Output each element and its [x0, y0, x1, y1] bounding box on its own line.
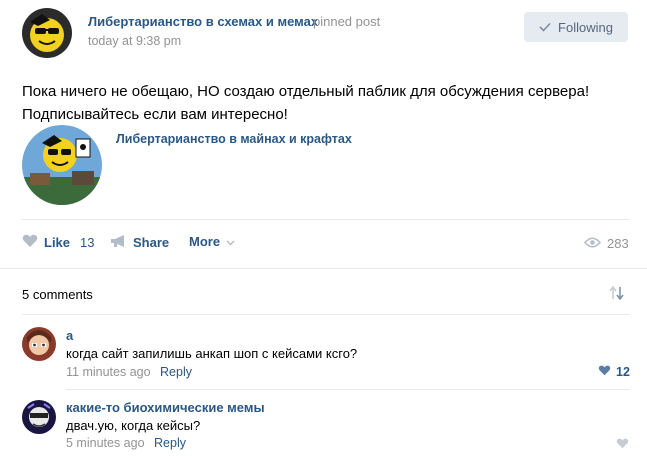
- comment-like-count: 12: [616, 365, 630, 379]
- comment-text: когда сайт запилишь анкап шоп с кейсами …: [66, 346, 358, 361]
- like-count: 13: [80, 235, 95, 250]
- comment-avatar[interactable]: [22, 327, 56, 361]
- eye-icon: [583, 236, 602, 251]
- attached-group-avatar[interactable]: [22, 125, 102, 205]
- divider: [22, 314, 629, 315]
- comment-author-link[interactable]: какие-то биохимические мемы: [66, 400, 265, 415]
- divider: [66, 389, 629, 390]
- like-button[interactable]: Like 13: [22, 234, 94, 251]
- comment-meta: 11 minutes ago Reply: [66, 365, 192, 379]
- reply-link[interactable]: Reply: [154, 436, 186, 450]
- post-author-link[interactable]: Либертарианство в схемах и мемах: [88, 14, 318, 29]
- heart-icon: [22, 234, 38, 251]
- post-time[interactable]: today at 9:38 pm: [88, 34, 181, 48]
- views-counter: 283: [583, 236, 629, 251]
- megaphone-icon: [110, 234, 127, 251]
- comment-time[interactable]: 11 minutes ago: [66, 365, 151, 379]
- comment-avatar[interactable]: [22, 400, 56, 434]
- comment-time[interactable]: 5 minutes ago: [66, 436, 145, 450]
- share-button[interactable]: Share: [110, 234, 169, 251]
- post-text: Пока ничего не обещаю, НО создаю отдельн…: [22, 80, 622, 126]
- heart-icon: [616, 438, 629, 452]
- group-avatar[interactable]: [22, 8, 72, 58]
- comment-like-button[interactable]: [616, 438, 629, 452]
- pinned-label: pinned post: [313, 14, 381, 29]
- reply-link[interactable]: Reply: [160, 365, 192, 379]
- more-button[interactable]: More: [189, 234, 235, 249]
- following-label: Following: [558, 19, 613, 35]
- chevron-down-icon: [226, 234, 235, 249]
- divider: [0, 268, 647, 269]
- comment-author-link[interactable]: a: [66, 328, 73, 343]
- post-text-line: Пока ничего не обещаю, НО создаю отдельн…: [22, 83, 590, 100]
- attached-group-link[interactable]: Либертарианство в майнах и крафтах: [116, 132, 352, 146]
- heart-icon: [598, 365, 611, 379]
- more-label: More: [189, 234, 221, 249]
- comments-count: 5 comments: [22, 287, 93, 302]
- comment-like-button[interactable]: 12: [598, 365, 630, 379]
- sort-arrows-icon[interactable]: [609, 285, 625, 303]
- comment-meta: 5 minutes ago Reply: [66, 436, 186, 450]
- share-label: Share: [133, 235, 170, 250]
- like-label: Like: [44, 235, 71, 250]
- post-actions: Like 13 Share More: [22, 234, 322, 254]
- comment-text: двач.ую, когда кейсы?: [66, 418, 201, 433]
- checkmark-icon: [539, 20, 551, 35]
- post-text-line: Подписывайтесь если вам интересно!: [22, 106, 288, 123]
- divider: [22, 219, 629, 220]
- views-count: 283: [607, 236, 629, 251]
- following-button[interactable]: Following: [524, 12, 628, 42]
